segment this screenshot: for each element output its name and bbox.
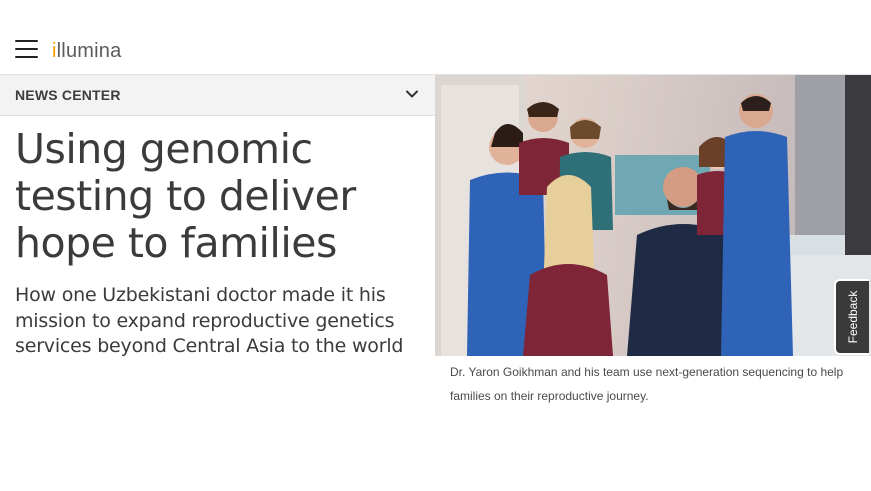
- logo-text: llumina: [56, 40, 122, 62]
- news-center-label: NEWS CENTER: [15, 87, 121, 103]
- menu-line: [15, 40, 38, 42]
- chevron-down-icon: [406, 90, 418, 98]
- hamburger-menu-icon[interactable]: [15, 39, 39, 59]
- team-photo-illustration: [435, 75, 871, 356]
- feedback-label: Feedback: [845, 290, 860, 344]
- team-photo: [435, 75, 871, 356]
- site-header: illumina: [0, 0, 871, 75]
- illumina-logo[interactable]: illumina: [52, 39, 121, 63]
- article-title: Using genomic testing to deliver hope to…: [15, 125, 356, 267]
- menu-line: [15, 56, 38, 58]
- menu-line: [15, 48, 38, 50]
- feedback-tab[interactable]: Feedback: [834, 279, 869, 355]
- news-center-dropdown[interactable]: NEWS CENTER: [0, 75, 435, 116]
- article-subtitle: How one Uzbekistani doctor made it his m…: [15, 284, 404, 357]
- image-caption: Dr. Yaron Goikhman and his team use next…: [450, 365, 844, 403]
